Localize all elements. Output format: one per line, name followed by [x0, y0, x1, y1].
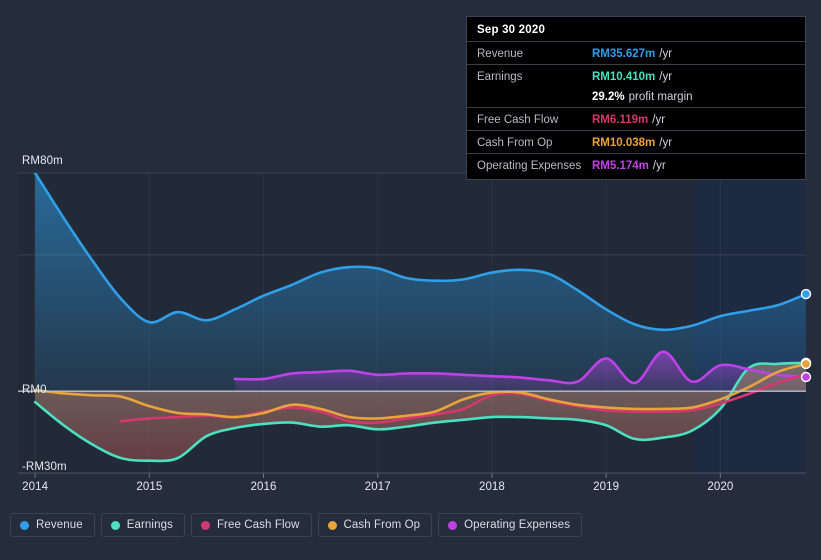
tooltip-row-value: RM6.119m: [592, 114, 649, 126]
legend-item-label: Operating Expenses: [464, 519, 571, 531]
tooltip-row-unit: /yr: [652, 114, 666, 126]
tooltip-row-value-wrap: RM6.119m/yr: [592, 110, 665, 128]
tooltip-row-value: RM10.038m: [592, 137, 656, 149]
tooltip-row-value: RM5.174m: [592, 160, 649, 172]
tooltip-row-value: RM10.410m: [592, 71, 656, 83]
endpoint-marker-operating-expenses: [800, 371, 812, 383]
tooltip-row: Free Cash Flow RM6.119m/yr: [467, 107, 805, 130]
tooltip-row-value-wrap: RM35.627m/yr: [592, 44, 672, 62]
legend-dot-icon: [110, 520, 120, 530]
tooltip-row-label: Revenue: [477, 48, 524, 60]
legend-item-free-cash-flow[interactable]: Free Cash Flow: [190, 513, 312, 537]
legend-item-cash-from-op[interactable]: Cash From Op: [317, 513, 433, 537]
legend-dot-icon: [20, 520, 29, 530]
legend-dot-icon: [448, 520, 458, 530]
x-tick-label: 2015: [136, 481, 163, 493]
tooltip-row-unit: /yr: [659, 137, 673, 149]
tooltip-row-value-wrap: RM10.038m/yr: [592, 133, 672, 151]
y-tick-label: RM0: [22, 384, 47, 397]
x-tick-label: 2019: [593, 481, 620, 493]
tooltip-row-label: Cash From Op: [477, 137, 553, 149]
legend-item-label: Earnings: [126, 519, 173, 531]
tooltip-row: 29.2% profit margin: [467, 87, 805, 107]
legend-item-label: Revenue: [36, 519, 83, 531]
tooltip-row: Operating Expenses RM5.174m/yr: [467, 153, 805, 176]
x-tick-label: 2020: [707, 481, 734, 493]
tooltip-row-label: Free Cash Flow: [477, 114, 559, 126]
tooltip-rows: Revenue RM35.627m/yr Earnings RM10.410m/yr 2…: [467, 41, 805, 176]
endpoint-marker-revenue: [800, 288, 812, 300]
legend-dot-icon: [327, 520, 337, 530]
tooltip-row-value: 29.2%: [592, 91, 625, 103]
chart-legend[interactable]: Revenue Earnings Free Cash Flow Cash From O…: [10, 513, 583, 537]
legend-item-operating-expenses[interactable]: Operating Expenses: [438, 513, 583, 537]
tooltip-row-value-wrap: RM10.410m/yr: [592, 67, 672, 85]
legend-item-earnings[interactable]: Earnings: [100, 513, 185, 537]
tooltip-row-value-wrap: 29.2% profit margin: [592, 87, 693, 105]
legend-item-label: Free Cash Flow: [216, 519, 300, 531]
legend-item-revenue[interactable]: Revenue: [10, 513, 95, 537]
endpoint-marker-cash-from-op: [800, 358, 812, 370]
y-tick-label: RM80m: [22, 155, 63, 167]
tooltip-row-label: Operating Expenses: [477, 160, 582, 172]
tooltip-row: Earnings RM10.410m/yr: [467, 64, 805, 87]
x-tick-label: 2018: [478, 481, 505, 493]
y-tick-label: -RM30m: [22, 461, 67, 473]
tooltip-row-unit: /yr: [659, 48, 673, 60]
x-tick-label: 2014: [22, 481, 49, 493]
tooltip-date: Sep 30 2020: [477, 24, 546, 36]
tooltip-row-unit: /yr: [659, 71, 673, 83]
tooltip-row: Cash From Op RM10.038m/yr: [467, 130, 805, 153]
tooltip-row-value: RM35.627m: [592, 48, 656, 60]
tooltip-row-unit: profit margin: [628, 91, 693, 103]
tooltip-row-unit: /yr: [652, 160, 666, 172]
tooltip-row-label: Earnings: [477, 71, 523, 83]
legend-dot-icon: [200, 520, 210, 530]
x-tick-label: 2017: [364, 481, 391, 493]
tooltip-row-value-wrap: RM5.174m/yr: [592, 156, 666, 174]
tooltip-row: Revenue RM35.627m/yr: [467, 41, 805, 64]
x-tick-label: 2016: [250, 481, 277, 493]
legend-item-label: Cash From Op: [343, 519, 421, 531]
chart-tooltip: Sep 30 2020 Revenue RM35.627m/yr Earnings R…: [466, 16, 806, 180]
